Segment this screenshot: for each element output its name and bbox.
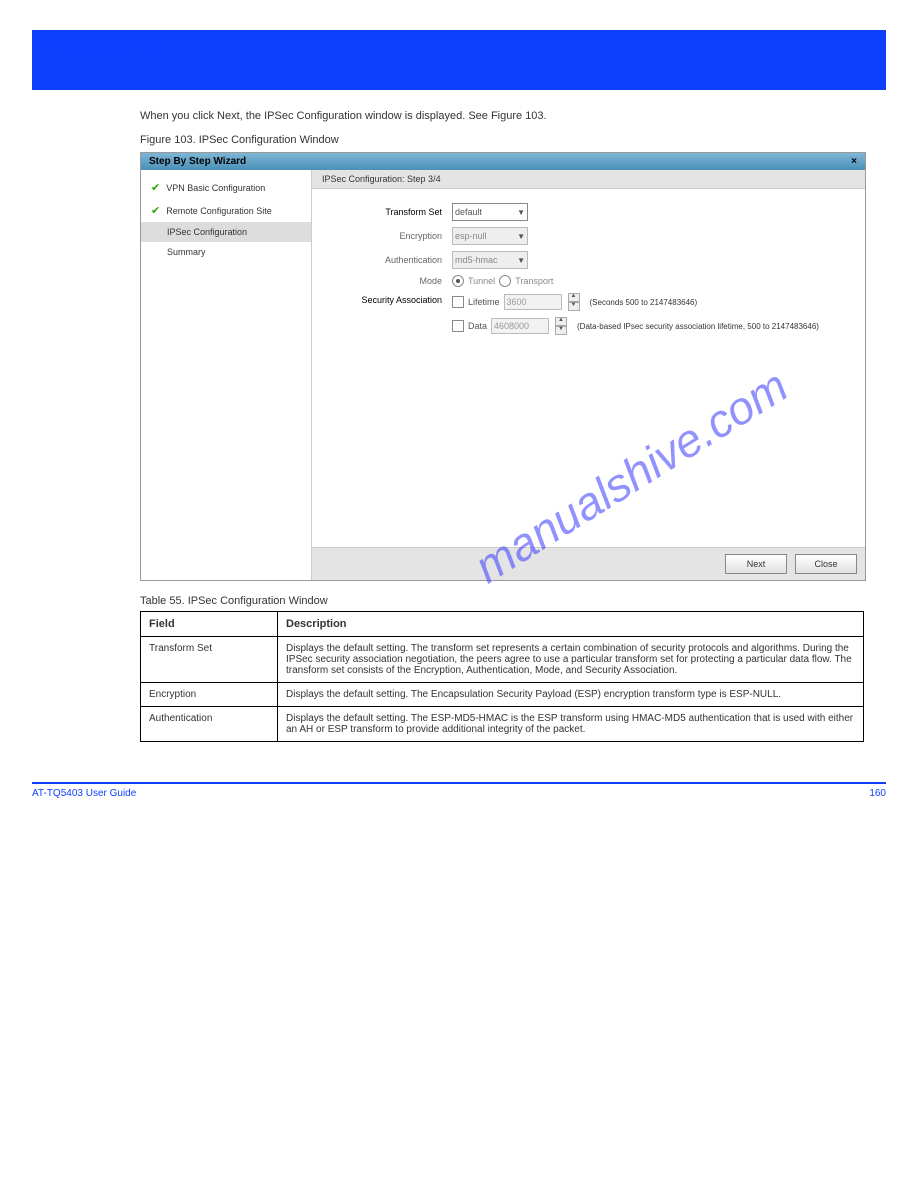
wizard-title: Step By Step Wizard [149, 156, 246, 167]
close-icon[interactable]: × [851, 156, 857, 167]
wizard-main: IPSec Configuration: Step 3/4 Transform … [312, 170, 865, 580]
table-caption: Table 55. IPSec Configuration Window [140, 595, 778, 607]
radio-transport [499, 275, 511, 287]
sidebar-item-remote-config[interactable]: ✔ Remote Configuration Site [141, 199, 311, 222]
lifetime-label: Lifetime [468, 297, 500, 307]
data-checkbox[interactable] [452, 320, 464, 332]
footer-right: 160 [869, 788, 886, 799]
sa-label: Security Association [322, 293, 452, 305]
transform-label: Transform Set [322, 207, 452, 217]
check-icon: ✔ [151, 204, 160, 217]
sidebar-item-ipsec[interactable]: IPSec Configuration [141, 222, 311, 242]
check-icon: ✔ [151, 181, 160, 194]
encryption-label: Encryption [322, 231, 452, 241]
mode-radio-group: Tunnel Transport [452, 275, 553, 287]
wizard-sidebar: ✔ VPN Basic Configuration ✔ Remote Confi… [141, 170, 312, 580]
wizard-dialog: Step By Step Wizard × ✔ VPN Basic Config… [140, 152, 866, 581]
footer-left: AT-TQ5403 User Guide [32, 788, 136, 799]
lifetime-input[interactable]: 3600 [504, 294, 562, 310]
th-field: Field [141, 612, 278, 637]
next-button[interactable]: Next [725, 554, 787, 574]
transform-select[interactable]: default ▼ [452, 203, 528, 221]
table-row: Encryption Displays the default setting.… [141, 683, 864, 707]
data-hint: (Data-based IPsec security association l… [577, 322, 819, 331]
chevron-down-icon: ▼ [517, 256, 525, 265]
sidebar-item-summary[interactable]: Summary [141, 242, 311, 262]
radio-tunnel [452, 275, 464, 287]
mode-label: Mode [322, 276, 452, 286]
table-row: Authentication Displays the default sett… [141, 707, 864, 742]
step-header: IPSec Configuration: Step 3/4 [312, 170, 865, 189]
th-desc: Description [278, 612, 864, 637]
form-area: Transform Set default ▼ Encryption esp-n… [312, 189, 865, 547]
wizard-titlebar: Step By Step Wizard × [141, 153, 865, 170]
chevron-down-icon: ▼ [517, 208, 525, 217]
header-banner: Wireless Access Point [32, 30, 886, 90]
lifetime-checkbox[interactable] [452, 296, 464, 308]
lifetime-spinner[interactable]: ▲▼ [568, 293, 580, 311]
sidebar-item-vpn-basic[interactable]: ✔ VPN Basic Configuration [141, 176, 311, 199]
banner-left: Wireless Access Point [32, 30, 886, 62]
lifetime-hint: (Seconds 500 to 2147483646) [590, 298, 698, 307]
wizard-footer: Next Close [312, 547, 865, 580]
encryption-select: esp-null ▼ [452, 227, 528, 245]
table-row: Transform Set Displays the default setti… [141, 637, 864, 683]
chevron-down-icon: ▼ [517, 232, 525, 241]
data-label: Data [468, 321, 487, 331]
intro-text: When you click Next, the IPSec Configura… [140, 110, 778, 122]
auth-label: Authentication [322, 255, 452, 265]
data-input[interactable]: 4608000 [491, 318, 549, 334]
page-footer: AT-TQ5403 User Guide 160 [32, 782, 886, 799]
figure-caption: Figure 103. IPSec Configuration Window [140, 134, 778, 146]
description-table: Field Description Transform Set Displays… [140, 611, 864, 742]
data-spinner[interactable]: ▲▼ [555, 317, 567, 335]
auth-select: md5-hmac ▼ [452, 251, 528, 269]
close-button[interactable]: Close [795, 554, 857, 574]
